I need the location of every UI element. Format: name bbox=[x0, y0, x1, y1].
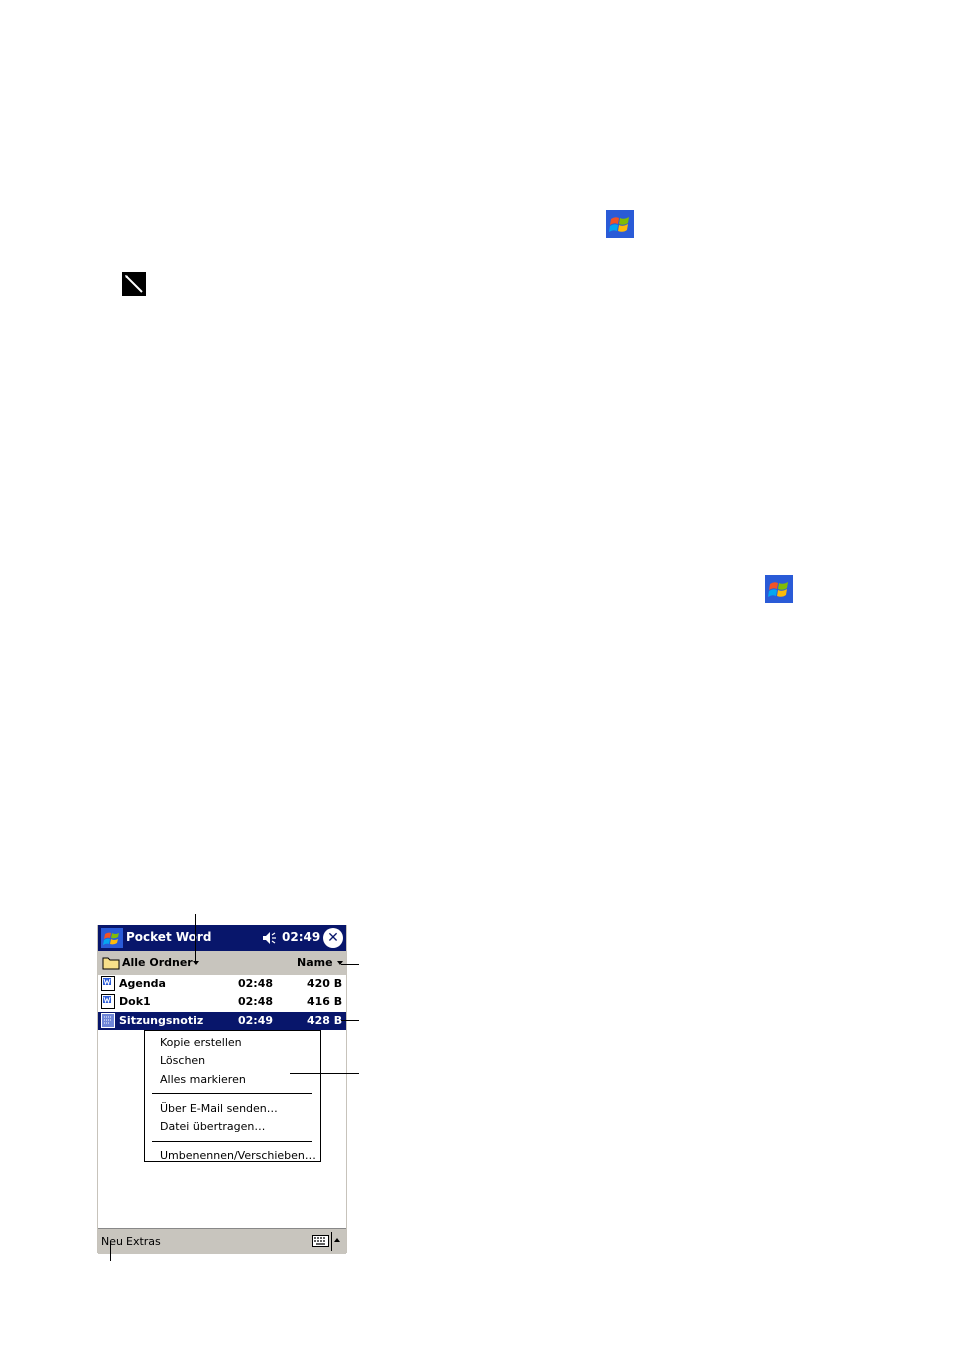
list-item[interactable]: Agenda 02:48 420 B bbox=[98, 975, 346, 993]
menu-item-beam-file[interactable]: Datei übertragen… bbox=[160, 1120, 265, 1133]
callout-line bbox=[110, 1243, 111, 1261]
menu-separator bbox=[152, 1093, 312, 1094]
sort-dropdown[interactable]: Name bbox=[297, 956, 333, 969]
stylus-icon bbox=[122, 272, 146, 296]
menu-item-rename-move[interactable]: Umbenennen/Verschieben… bbox=[160, 1149, 316, 1162]
new-button[interactable]: Neu bbox=[101, 1235, 123, 1248]
app-title: Pocket Word bbox=[126, 930, 212, 944]
file-time: 02:48 bbox=[238, 995, 274, 1008]
file-name: Agenda bbox=[119, 977, 166, 990]
folder-icon bbox=[102, 957, 120, 970]
clock-time[interactable]: 02:49 bbox=[282, 930, 320, 944]
speaker-icon[interactable] bbox=[261, 930, 279, 946]
chevron-down-icon[interactable] bbox=[193, 961, 199, 965]
list-item-selected[interactable]: Sitzungsnotiz 02:49 428 B bbox=[98, 1012, 346, 1030]
menu-separator bbox=[152, 1141, 312, 1142]
windows-start-icon bbox=[765, 575, 793, 603]
menu-item-copy[interactable]: Kopie erstellen bbox=[160, 1036, 242, 1049]
list-item[interactable]: Dok1 02:48 416 B bbox=[98, 993, 346, 1011]
windows-start-icon bbox=[606, 210, 634, 238]
callout-line bbox=[341, 1020, 359, 1021]
divider bbox=[331, 1232, 332, 1251]
callout-line bbox=[290, 1073, 359, 1074]
tools-menu[interactable]: Extras bbox=[126, 1235, 161, 1248]
file-size: 420 B bbox=[307, 977, 343, 990]
file-time: 02:49 bbox=[238, 1014, 274, 1027]
menu-item-send-email[interactable]: Über E-Mail senden… bbox=[160, 1102, 278, 1115]
callout-line bbox=[341, 964, 359, 965]
context-menu: Kopie erstellen Löschen Alles markieren … bbox=[144, 1030, 321, 1162]
word-doc-icon bbox=[101, 994, 115, 1009]
file-name: Sitzungsnotiz bbox=[119, 1014, 204, 1027]
command-bar: Neu Extras bbox=[98, 1228, 346, 1254]
word-doc-icon bbox=[101, 976, 115, 991]
file-time: 02:48 bbox=[238, 977, 274, 990]
file-size: 428 B bbox=[307, 1014, 343, 1027]
menu-item-select-all[interactable]: Alles markieren bbox=[160, 1073, 246, 1086]
close-button[interactable]: ✕ bbox=[323, 928, 343, 948]
keyboard-icon[interactable] bbox=[312, 1235, 329, 1247]
filter-bar: Alle Ordner Name bbox=[98, 951, 346, 975]
start-menu-icon[interactable] bbox=[101, 928, 123, 948]
pocket-word-screen: Pocket Word 02:49 ✕ Alle Ordner Name Age… bbox=[97, 925, 347, 1254]
note-doc-icon bbox=[101, 1013, 115, 1028]
callout-line bbox=[195, 914, 196, 964]
title-bar: Pocket Word 02:49 ✕ bbox=[98, 925, 346, 951]
close-icon: ✕ bbox=[327, 930, 339, 946]
file-size: 416 B bbox=[307, 995, 343, 1008]
folder-filter-dropdown[interactable]: Alle Ordner bbox=[122, 956, 193, 969]
file-name: Dok1 bbox=[119, 995, 151, 1008]
chevron-up-icon[interactable] bbox=[334, 1238, 340, 1242]
menu-item-delete[interactable]: Löschen bbox=[160, 1054, 205, 1067]
